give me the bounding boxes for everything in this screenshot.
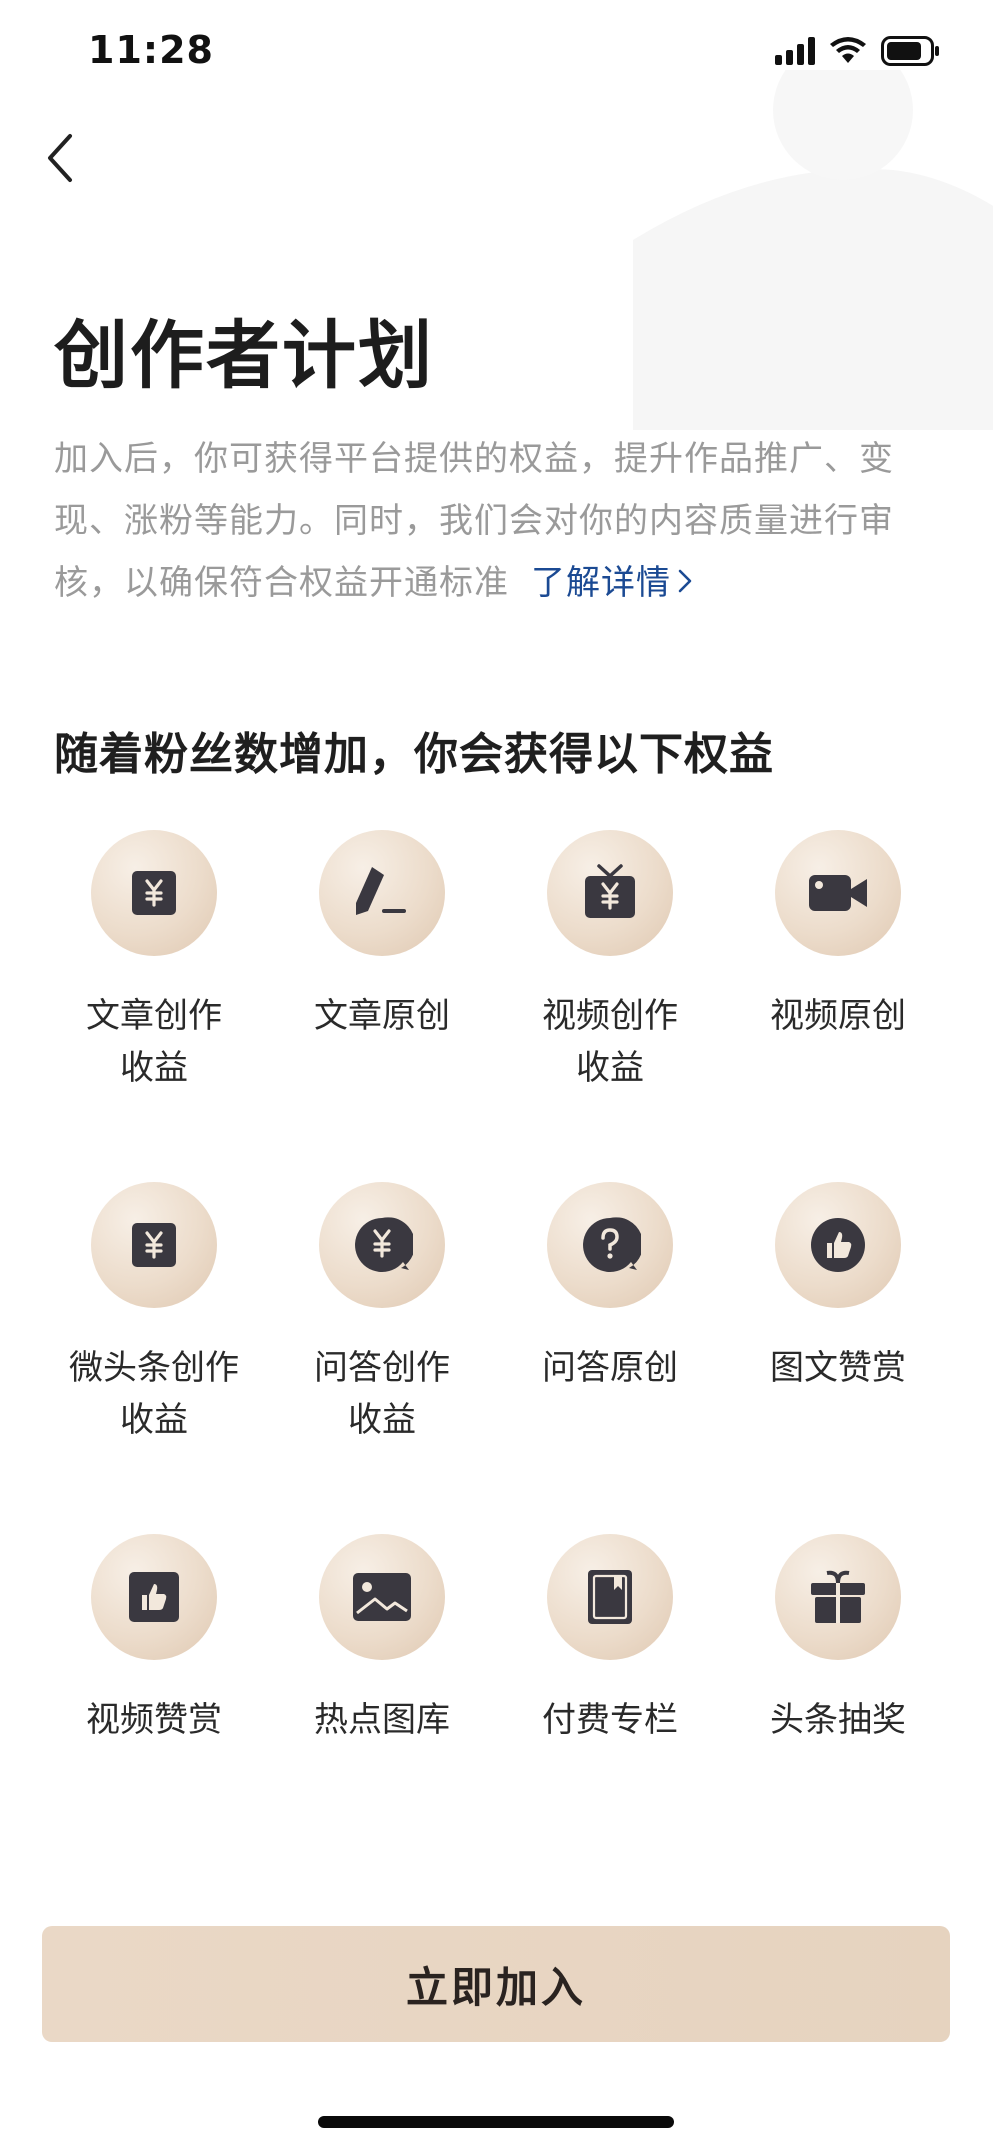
benefit-item[interactable]: 视频赞赏 <box>40 1534 268 1882</box>
benefit-item[interactable]: 文章原创 <box>268 830 496 1182</box>
benefits-section-title: 随着粉丝数增加，你会获得以下权益 <box>54 729 774 780</box>
benefit-item[interactable]: 付费专栏 <box>496 1534 724 1882</box>
home-indicator <box>318 2116 674 2128</box>
join-now-button[interactable]: 立即加入 <box>42 1926 950 2042</box>
benefit-label: 问答原创 <box>542 1348 678 1388</box>
status-icons <box>775 36 941 66</box>
benefits-scroll-area[interactable]: 文章创作 收益 文章原创 视频创作 收益 视频原创微头条创作 收益 问答创作 收益 问答原… <box>0 830 993 1882</box>
back-button[interactable] <box>30 128 90 188</box>
intro-body: 加入后，你可获得平台提供的权益，提升作品推广、变现、涨粉等能力。同时，我们会对你… <box>54 439 894 603</box>
gift-icon <box>775 1534 901 1660</box>
benefit-label: 视频原创 <box>770 996 906 1036</box>
yuan-document-icon <box>91 1182 217 1308</box>
background-decoration <box>633 70 993 430</box>
benefit-item[interactable]: 问答创作 收益 <box>268 1182 496 1534</box>
benefit-label: 微头条创作 收益 <box>69 1348 239 1440</box>
benefit-item[interactable]: 文章创作 收益 <box>40 830 268 1182</box>
thumbs-up-circle-icon <box>775 1182 901 1308</box>
status-time: 11:28 <box>88 28 214 72</box>
book-icon <box>547 1534 673 1660</box>
video-camera-icon <box>775 830 901 956</box>
benefit-item[interactable]: 微头条创作 收益 <box>40 1182 268 1534</box>
benefit-label: 文章创作 收益 <box>86 996 222 1088</box>
benefit-item[interactable]: 视频原创 <box>724 830 952 1182</box>
wifi-icon <box>829 37 867 65</box>
yuan-bubble-icon <box>319 1182 445 1308</box>
thumbs-up-square-icon <box>91 1534 217 1660</box>
yuan-document-icon <box>91 830 217 956</box>
benefits-grid: 文章创作 收益 文章原创 视频创作 收益 视频原创微头条创作 收益 问答创作 收益 问答原… <box>40 830 953 1882</box>
benefit-label: 图文赞赏 <box>770 1348 906 1388</box>
benefit-label: 热点图库 <box>314 1700 450 1740</box>
question-bubble-icon <box>547 1182 673 1308</box>
benefit-label: 付费专栏 <box>542 1700 678 1740</box>
intro-text: 加入后，你可获得平台提供的权益，提升作品推广、变现、涨粉等能力。同时，我们会对你… <box>54 428 944 614</box>
chevron-left-icon <box>48 134 72 182</box>
page-title: 创作者计划 <box>54 313 434 399</box>
benefit-item[interactable]: 视频创作 收益 <box>496 830 724 1182</box>
benefit-item[interactable]: 头条抽奖 <box>724 1534 952 1882</box>
benefit-item[interactable]: 热点图库 <box>268 1534 496 1882</box>
image-icon <box>319 1534 445 1660</box>
benefit-label: 文章原创 <box>314 996 450 1036</box>
benefit-item[interactable]: 问答原创 <box>496 1182 724 1534</box>
tv-yuan-icon <box>547 830 673 956</box>
cellular-signal-icon <box>775 37 815 65</box>
benefit-item[interactable]: 图文赞赏 <box>724 1182 952 1534</box>
learn-more-link[interactable]: 了解详情 <box>531 563 693 603</box>
pen-icon <box>319 830 445 956</box>
benefit-label: 头条抽奖 <box>770 1700 906 1740</box>
benefit-label: 问答创作 收益 <box>314 1348 450 1440</box>
chevron-right-icon <box>678 569 692 593</box>
benefit-label: 视频赞赏 <box>86 1700 222 1740</box>
benefit-label: 视频创作 收益 <box>542 996 678 1088</box>
battery-icon <box>881 36 941 66</box>
learn-more-label: 了解详情 <box>531 563 671 603</box>
